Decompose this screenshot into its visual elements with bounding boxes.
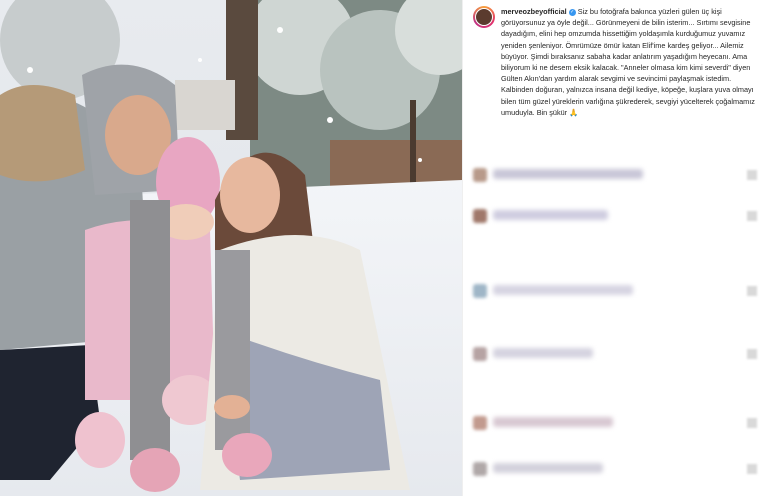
like-heart-icon[interactable] xyxy=(747,418,757,428)
caption-body: Siz bu fotoğrafa bakınca yüzleri gülen ü… xyxy=(501,7,755,117)
like-heart-icon[interactable] xyxy=(747,211,757,221)
comment-text-blurred xyxy=(493,348,593,358)
commenter-avatar[interactable] xyxy=(473,284,487,298)
like-heart-icon[interactable] xyxy=(747,286,757,296)
like-heart-icon[interactable] xyxy=(747,349,757,359)
verified-badge-icon: ✓ xyxy=(568,8,576,16)
family-snow-photo xyxy=(0,0,462,496)
comment-row xyxy=(473,343,763,365)
comment-text-blurred xyxy=(493,417,613,427)
post-photo xyxy=(0,0,462,496)
post-comments-panel: merveozbeyofficial ✓ Siz bu fotoğrafa ba… xyxy=(462,0,770,496)
comment-text-blurred xyxy=(493,169,643,179)
comment-row xyxy=(473,205,763,227)
commenter-avatar[interactable] xyxy=(473,416,487,430)
comment-row xyxy=(473,164,763,186)
commenter-avatar[interactable] xyxy=(473,168,487,182)
comment-row xyxy=(473,280,763,302)
comment-text-blurred xyxy=(493,285,633,295)
post-caption: merveozbeyofficial ✓ Siz bu fotoğrafa ba… xyxy=(501,6,763,118)
comment-row xyxy=(473,412,763,434)
like-heart-icon[interactable] xyxy=(747,464,757,474)
comment-text-blurred xyxy=(493,210,608,220)
commenter-avatar[interactable] xyxy=(473,209,487,223)
commenter-avatar[interactable] xyxy=(473,462,487,476)
commenter-avatar[interactable] xyxy=(473,347,487,361)
comment-row xyxy=(473,458,763,480)
like-heart-icon[interactable] xyxy=(747,170,757,180)
author-avatar[interactable] xyxy=(473,6,495,28)
comment-text-blurred xyxy=(493,463,603,473)
author-username[interactable]: merveozbeyofficial xyxy=(501,7,567,16)
